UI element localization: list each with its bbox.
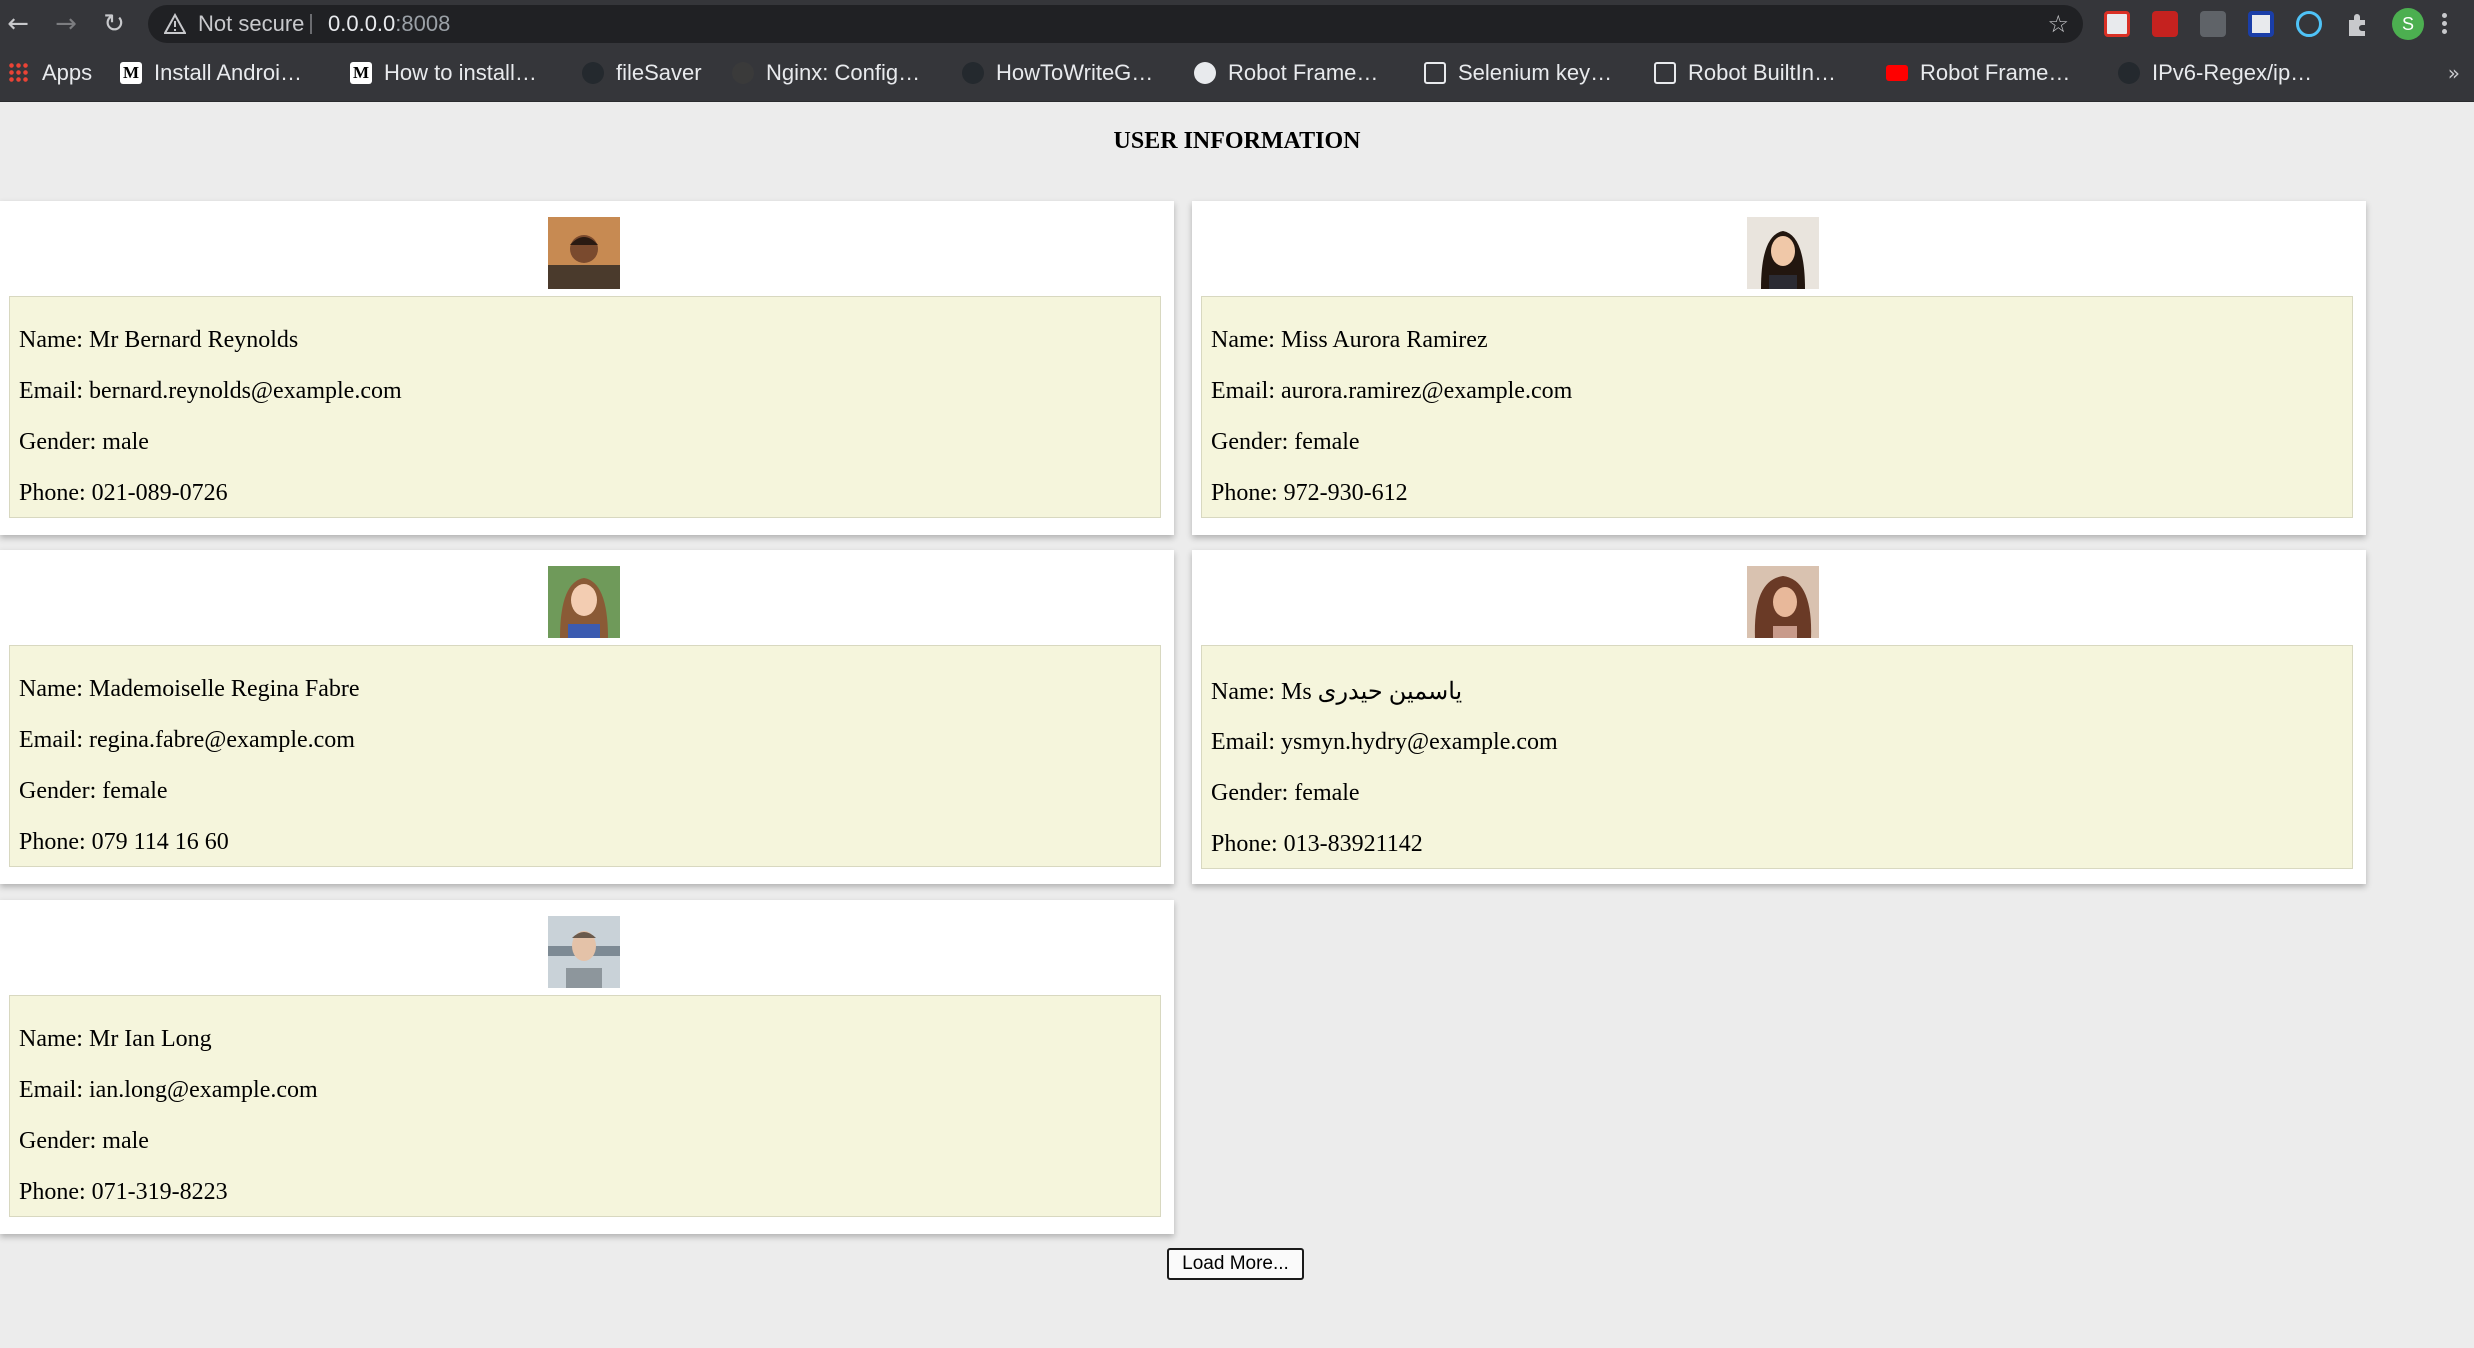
user-card: Name: Mademoiselle Regina Fabre Email: r… (0, 550, 1174, 884)
nginx-icon (732, 62, 754, 84)
user-name: Name: Mr Ian Long (19, 1026, 212, 1052)
user-photo (1747, 217, 1819, 289)
extension-blue-square-icon[interactable] (2248, 11, 2274, 37)
warning-icon (164, 13, 186, 34)
address-separator (310, 14, 312, 34)
bookmark-label: Robot Frame… (1920, 60, 2071, 85)
page-title: USER INFORMATION (1113, 128, 1361, 154)
profile-avatar-button[interactable]: S (2392, 8, 2424, 40)
globe-icon (1194, 62, 1216, 84)
bookmark-apps[interactable]: Apps (8, 48, 92, 98)
user-card: Name: Miss Aurora Ramirez Email: aurora.… (1192, 201, 2366, 535)
browser-menu-icon[interactable] (2436, 10, 2452, 38)
bookmark-robot-builtin[interactable]: Robot BuiltIn… (1654, 48, 1836, 98)
forward-arrow-icon[interactable]: → (48, 6, 84, 42)
youtube-icon (1886, 65, 1908, 81)
bookmark-selenium-keywords[interactable]: Selenium key… (1424, 48, 1612, 98)
bookmark-nginx[interactable]: Nginx: Config… (732, 48, 920, 98)
github-icon (582, 62, 604, 84)
user-gender: Gender: female (19, 778, 168, 804)
user-card: Name: Ms یاسمین حیدری Email: ysmyn.hydry… (1192, 550, 2366, 884)
user-name: Name: Miss Aurora Ramirez (1211, 327, 1488, 353)
bookmarks-bar: Apps M Install Androi… M How to install…… (0, 48, 2474, 102)
extensions-puzzle-icon[interactable] (2344, 11, 2370, 37)
user-info-panel: Name: Ms یاسمین حیدری Email: ysmyn.hydry… (1201, 645, 2353, 869)
address-bar[interactable]: Not secure 0.0.0.0:8008 ☆ (148, 5, 2083, 43)
bookmark-star-icon[interactable]: ☆ (2047, 5, 2069, 43)
medium-icon: M (350, 62, 372, 84)
user-gender: Gender: male (19, 429, 149, 455)
user-photo (1747, 566, 1819, 638)
bookmark-label: Nginx: Config… (766, 60, 921, 85)
user-phone: Phone: 071-319-8223 (19, 1179, 228, 1205)
user-info-panel: Name: Mr Bernard Reynolds Email: bernard… (9, 296, 1161, 518)
apps-grid-icon (8, 62, 30, 84)
user-phone: Phone: 013-83921142 (1211, 831, 1423, 857)
user-phone: Phone: 972-930-612 (1211, 480, 1408, 506)
user-card: Name: Mr Bernard Reynolds Email: bernard… (0, 201, 1174, 535)
url-host: 0.0.0.0 (328, 11, 396, 36)
url-text[interactable]: 0.0.0.0:8008 (328, 5, 450, 43)
user-name: Name: Mr Bernard Reynolds (19, 327, 299, 353)
bookmark-label: Robot BuiltIn… (1688, 60, 1836, 85)
security-status[interactable]: Not secure (198, 5, 304, 43)
url-port: :8008 (395, 11, 451, 36)
extension-gray-icon[interactable] (2200, 11, 2226, 37)
user-photo (548, 217, 620, 289)
user-name: Name: Mademoiselle Regina Fabre (19, 676, 360, 702)
bookmark-label: fileSaver (616, 60, 702, 85)
github-icon (962, 62, 984, 84)
bookmark-ipv6-regex[interactable]: IPv6-Regex/ip… (2118, 48, 2312, 98)
extension-search-icon[interactable] (2296, 11, 2322, 37)
bookmark-label: Robot Frame… (1228, 60, 1379, 85)
user-photo (548, 916, 620, 988)
user-info-panel: Name: Miss Aurora Ramirez Email: aurora.… (1201, 296, 2353, 518)
back-arrow-icon[interactable]: ← (0, 6, 36, 42)
bookmark-label: How to install… (384, 60, 537, 85)
bookmark-howtowrite[interactable]: HowToWriteG… (962, 48, 1153, 98)
load-more-button[interactable]: Load More... (1167, 1248, 1304, 1280)
user-info-panel: Name: Mr Ian Long Email: ian.long@exampl… (9, 995, 1161, 1217)
bookmark-label: Install Androi… (154, 60, 302, 85)
bookmark-label: IPv6-Regex/ip… (2152, 60, 2313, 85)
user-name: Name: Ms یاسمین حیدری (1211, 679, 1463, 705)
user-phone: Phone: 079 114 16 60 (19, 829, 229, 855)
user-phone: Phone: 021-089-0726 (19, 480, 228, 506)
user-email: Email: aurora.ramirez@example.com (1211, 378, 1573, 404)
user-photo (548, 566, 620, 638)
user-gender: Gender: female (1211, 780, 1360, 806)
user-email: Email: regina.fabre@example.com (19, 727, 355, 753)
extension-red-circle-icon[interactable] (2104, 11, 2130, 37)
bookmark-install-android[interactable]: M Install Androi… (120, 48, 302, 98)
reload-icon[interactable]: ↻ (96, 6, 132, 42)
browser-toolbar: ← → ↻ Not secure 0.0.0.0:8008 ☆ S (0, 0, 2474, 48)
bookmark-robot-framework-1[interactable]: Robot Frame… (1194, 48, 1378, 98)
bookmark-label: HowToWriteG… (996, 60, 1154, 85)
user-card: Name: Mr Ian Long Email: ian.long@exampl… (0, 900, 1174, 1234)
bookmark-filesaver[interactable]: fileSaver (582, 48, 702, 98)
github-icon (2118, 62, 2140, 84)
chevron-right-double-icon[interactable]: » (2448, 48, 2460, 98)
user-email: Email: ysmyn.hydry@example.com (1211, 729, 1558, 755)
medium-icon: M (120, 62, 142, 84)
user-email: Email: bernard.reynolds@example.com (19, 378, 402, 404)
robot-icon (1654, 62, 1676, 84)
bookmark-how-to-install[interactable]: M How to install… (350, 48, 537, 98)
robot-icon (1424, 62, 1446, 84)
user-email: Email: ian.long@example.com (19, 1077, 318, 1103)
bookmark-label: Selenium key… (1458, 60, 1613, 85)
bookmark-robot-framework-2[interactable]: Robot Frame… (1886, 48, 2070, 98)
user-gender: Gender: male (19, 1128, 149, 1154)
user-gender: Gender: female (1211, 429, 1360, 455)
extension-red-grid-icon[interactable] (2152, 11, 2178, 37)
user-info-panel: Name: Mademoiselle Regina Fabre Email: r… (9, 645, 1161, 867)
bookmark-label: Apps (42, 60, 93, 85)
